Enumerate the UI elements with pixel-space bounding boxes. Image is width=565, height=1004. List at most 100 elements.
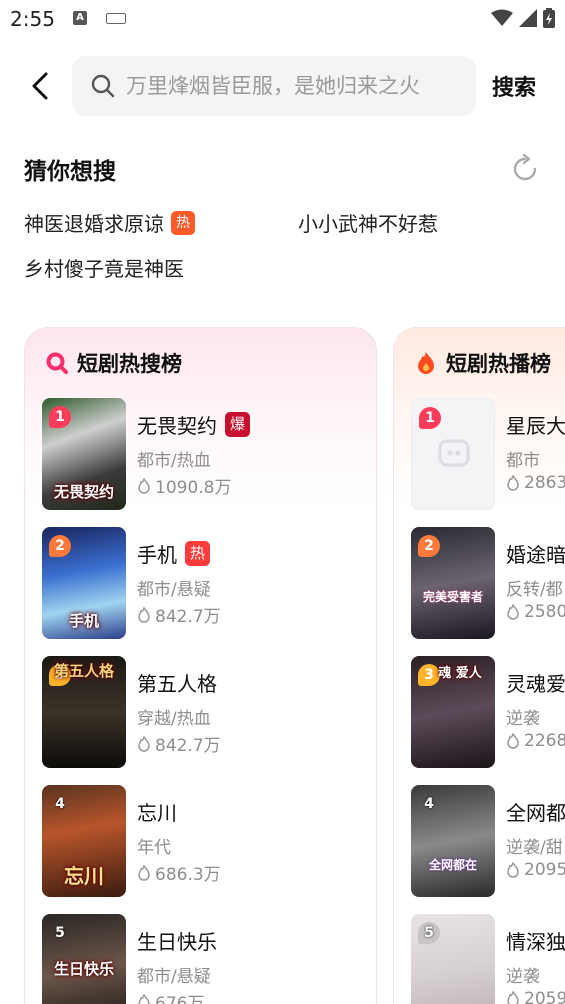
hot-play-card: 短剧热播榜 1 星辰大 都市 2863 2 完美受害者 婚途暗 反转/都 258… [393, 327, 565, 1004]
drama-cover: 1 [411, 398, 495, 510]
hot-search-title: 短剧热搜榜 [45, 348, 182, 378]
drama-heat: 1090.8万 [137, 473, 231, 498]
drama-heat: 2268 [506, 731, 565, 751]
drama-genre: 年代 [137, 838, 171, 858]
drama-title: 忘川 [137, 797, 177, 826]
rank-item[interactable]: 1 星辰大 都市 2863 [411, 398, 565, 510]
guess-item[interactable]: 乡村傻子竟是神医 [24, 253, 184, 282]
status-icons [491, 8, 555, 28]
guess-title: 猜你想搜 [24, 159, 116, 185]
drama-heat: 2095 [506, 860, 565, 880]
rank-item[interactable]: 4 全网都在 全网都 逆袭/甜 2095 [411, 785, 565, 897]
drama-title-label: 手机 [137, 543, 177, 567]
rank-item[interactable]: 5 生日快乐 生日快乐 都市/悬疑 676万 [42, 914, 372, 1004]
flame-icon [507, 604, 519, 620]
drama-title: 星辰大 [506, 410, 565, 439]
keyboard-a-icon: A [73, 11, 87, 25]
search-box[interactable] [72, 56, 476, 116]
flame-icon [507, 733, 519, 749]
hot-play-title: 短剧热播榜 [414, 348, 551, 378]
guess-item-label: 小小武神不好惹 [298, 212, 438, 236]
cover-title: 生日快乐 [53, 960, 114, 978]
refresh-icon[interactable] [510, 154, 540, 184]
fire-icon [418, 352, 434, 374]
guess-item[interactable]: 小小武神不好惹 [298, 208, 438, 237]
status-bar: 2:55 A [0, 0, 565, 38]
search-button[interactable]: 搜索 [492, 70, 536, 102]
heat-value: 1090.8万 [155, 478, 232, 498]
cover-title: 第五人格 [53, 662, 114, 680]
hot-play-title-label: 短剧热播榜 [446, 352, 551, 376]
heat-value: 686.3万 [155, 865, 221, 885]
search-icon [91, 74, 115, 98]
search-rank-icon [46, 352, 68, 374]
rank-badge: 5 [418, 922, 440, 944]
back-button[interactable] [22, 68, 58, 104]
drama-title: 第五人格 [137, 668, 217, 697]
drama-genre: 反转/都 [506, 580, 563, 600]
drama-title: 手机 热 [137, 539, 210, 568]
rank-badge: 4 [424, 796, 434, 812]
heat-value: 2268 [524, 731, 565, 751]
heat-value: 676万 [155, 994, 205, 1004]
cover-title: 无畏契约 [53, 483, 114, 501]
drama-heat: 2059 [506, 989, 565, 1004]
rank-badge: 2 [418, 535, 440, 557]
drama-heat: 842.7万 [137, 731, 221, 756]
guess-item[interactable]: 神医退婚求原谅 热 [24, 208, 195, 237]
hot-search-card: 短剧热搜榜 1 无畏契约 无畏契约 爆 都市/热血 1090.8万 2 手机 手… [24, 327, 377, 1004]
drama-title-label: 忘川 [137, 801, 177, 825]
rank-item[interactable]: 1 无畏契约 无畏契约 爆 都市/热血 1090.8万 [42, 398, 372, 510]
drama-genre: 都市/悬疑 [137, 580, 211, 600]
rank-item[interactable]: 3 第五人格 第五人格 穿越/热血 842.7万 [42, 656, 372, 768]
cover-title: 全网都在 [428, 858, 477, 872]
drama-title-label: 情深独 [506, 930, 565, 954]
rank-item[interactable]: 2 完美受害者 婚途暗 反转/都 2580 [411, 527, 565, 639]
drama-genre: 都市 [506, 451, 540, 471]
drama-heat: 2863 [506, 473, 565, 493]
flame-icon [507, 862, 519, 878]
rank-badge: 5 [55, 925, 65, 941]
rank-item[interactable]: 5 情深独 逆袭 2059 [411, 914, 565, 1004]
rank-badge: 1 [419, 407, 441, 429]
drama-title-label: 灵魂爱 [506, 672, 565, 696]
rank-badge: 1 [49, 406, 71, 428]
flame-icon [138, 477, 150, 494]
drama-genre: 都市/热血 [137, 451, 211, 471]
hot-tag: 热 [185, 541, 210, 566]
drama-cover: 2 手机 [42, 527, 126, 639]
heat-value: 2095 [524, 860, 565, 880]
drama-title-label: 星辰大 [506, 414, 565, 438]
explosive-tag: 爆 [225, 412, 250, 437]
flame-icon [138, 864, 150, 881]
heat-value: 2863 [524, 473, 565, 493]
rank-badge: 4 [55, 796, 65, 812]
drama-title-label: 婚途暗 [506, 543, 565, 567]
rank-item[interactable]: 4 忘川 忘川 年代 686.3万 [42, 785, 372, 897]
status-time: 2:55 [10, 7, 55, 31]
heat-value: 2059 [524, 989, 565, 1004]
flame-icon [138, 993, 150, 1004]
drama-cover: 3 第五人格 [42, 656, 126, 768]
drama-genre: 逆袭 [506, 709, 540, 729]
heat-value: 2580 [524, 602, 565, 622]
signal-icon [519, 9, 537, 27]
drama-heat: 686.3万 [137, 860, 221, 885]
drama-title: 无畏契约 爆 [137, 410, 250, 439]
hot-search-title-label: 短剧热搜榜 [77, 352, 182, 376]
drama-cover: 4 全网都在 [411, 785, 495, 897]
flame-icon [507, 991, 519, 1004]
drama-cover: 2 完美受害者 [411, 527, 495, 639]
rank-item[interactable]: 3 魂 爱人 灵魂爱 逆袭 2268 [411, 656, 565, 768]
drama-heat: 2580 [506, 602, 565, 622]
search-input[interactable] [126, 74, 456, 98]
drama-title: 灵魂爱 [506, 668, 565, 697]
keyboard-icon [106, 13, 126, 24]
drama-title-label: 生日快乐 [137, 930, 217, 954]
guess-item-label: 乡村傻子竟是神医 [24, 257, 184, 281]
search-row: 搜索 [0, 56, 565, 118]
drama-genre: 逆袭/甜 [506, 838, 563, 858]
flame-icon [138, 735, 150, 752]
drama-heat: 676万 [137, 989, 204, 1004]
rank-item[interactable]: 2 手机 手机 热 都市/悬疑 842.7万 [42, 527, 372, 639]
